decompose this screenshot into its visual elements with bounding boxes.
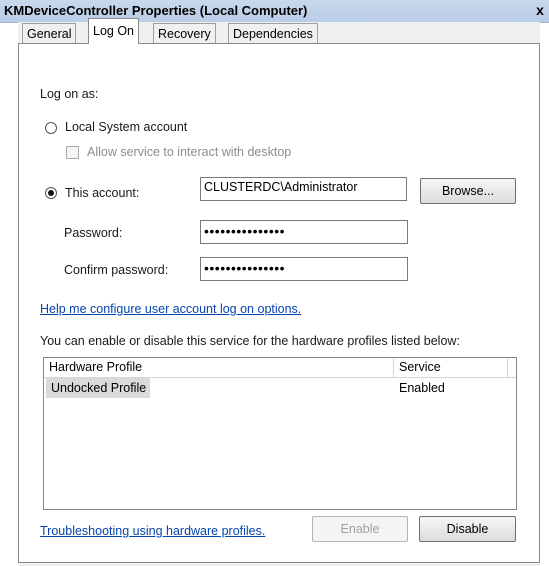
row-service-status: Enabled <box>399 381 445 395</box>
browse-button[interactable]: Browse... <box>420 178 516 204</box>
local-system-label[interactable]: Local System account <box>65 120 187 134</box>
this-account-radio[interactable] <box>45 187 57 199</box>
local-system-radio[interactable] <box>45 122 57 134</box>
confirm-password-label: Confirm password: <box>64 263 169 277</box>
this-account-label[interactable]: This account: <box>65 186 139 200</box>
password-field[interactable]: ••••••••••••••• <box>200 220 408 244</box>
confirm-password-field[interactable]: ••••••••••••••• <box>200 257 408 281</box>
table-row[interactable]: Undocked Profile Enabled <box>44 378 516 398</box>
column-hardware-profile[interactable]: Hardware Profile <box>44 358 394 377</box>
allow-interact-checkbox[interactable] <box>66 146 79 159</box>
disable-button[interactable]: Disable <box>419 516 516 542</box>
password-label: Password: <box>64 226 123 240</box>
hardware-profile-list[interactable]: Hardware Profile Service Undocked Profil… <box>43 357 517 510</box>
profiles-description: You can enable or disable this service f… <box>40 334 460 348</box>
help-configure-link[interactable]: Help me configure user account log on op… <box>40 302 301 316</box>
row-profile-name: Undocked Profile <box>46 378 151 398</box>
enable-button[interactable]: Enable <box>312 516 408 542</box>
column-service[interactable]: Service <box>394 358 508 377</box>
account-field[interactable]: CLUSTERDC\Administrator <box>200 177 407 201</box>
log-on-as-heading: Log on as: <box>40 87 99 101</box>
troubleshoot-link[interactable]: Troubleshooting using hardware profiles. <box>40 524 265 538</box>
radio-selected-dot <box>48 190 54 196</box>
allow-interact-label: Allow service to interact with desktop <box>87 145 292 159</box>
list-header: Hardware Profile Service <box>44 358 516 378</box>
